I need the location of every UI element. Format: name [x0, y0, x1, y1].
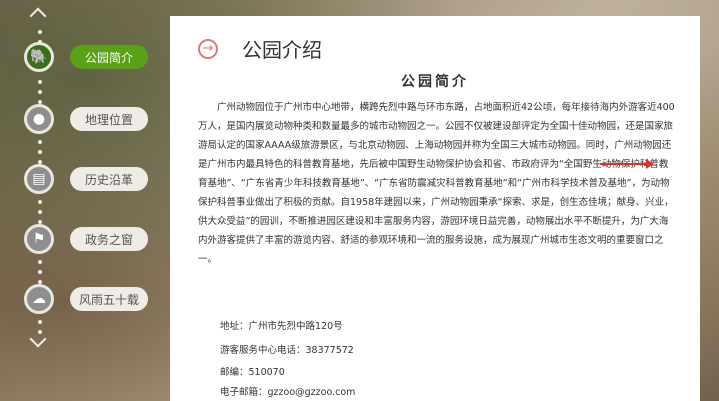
- nav-label: 风雨五十载: [70, 287, 148, 311]
- page-title: 公园介绍: [242, 38, 322, 62]
- nav-item-fifty-years[interactable]: ☁ 风雨五十载: [24, 284, 148, 314]
- email-text: 电子邮箱：gzzoo@gzzoo.com: [220, 387, 356, 398]
- location-pin-icon: ●: [24, 104, 54, 134]
- nav-item-location[interactable]: ● 地理位置: [24, 104, 148, 134]
- content-panel: → 公园介绍 公园简介 广州动物园位于广州市中心地带，横跨先烈中路与环市东路，占…: [170, 16, 700, 401]
- nav-item-history[interactable]: ▤ 历史沿革: [24, 164, 148, 194]
- intro-paragraph: 广州动物园位于广州市中心地带，横跨先烈中路与环市东路，占地面积近42公顷，每年接…: [198, 102, 675, 265]
- nav-label: 历史沿革: [70, 167, 148, 191]
- nav-label: 地理位置: [70, 107, 148, 131]
- arrow-right-circle-icon: →: [198, 38, 218, 59]
- flag-icon: ⚑: [24, 224, 54, 254]
- postcode-text: 邮编：510070: [220, 367, 285, 378]
- red-arrow-icon: [600, 159, 654, 169]
- book-icon: ▤: [24, 164, 54, 194]
- nav-item-government[interactable]: ⚑ 政务之窗: [24, 224, 148, 254]
- nav-item-park-intro[interactable]: 🐘 公园简介: [24, 42, 148, 72]
- phone-text: 游客服务中心电话：38377572: [220, 345, 354, 356]
- cloud-icon: ☁: [24, 284, 54, 314]
- title-row: → 公园介绍: [198, 34, 322, 63]
- elephant-icon: 🐘: [24, 42, 54, 72]
- section-title: 公园简介: [401, 74, 469, 90]
- address-text: 地址：广州市先烈中路120号: [220, 321, 343, 332]
- nav-label: 公园简介: [70, 45, 148, 69]
- nav-label: 政务之窗: [70, 227, 148, 251]
